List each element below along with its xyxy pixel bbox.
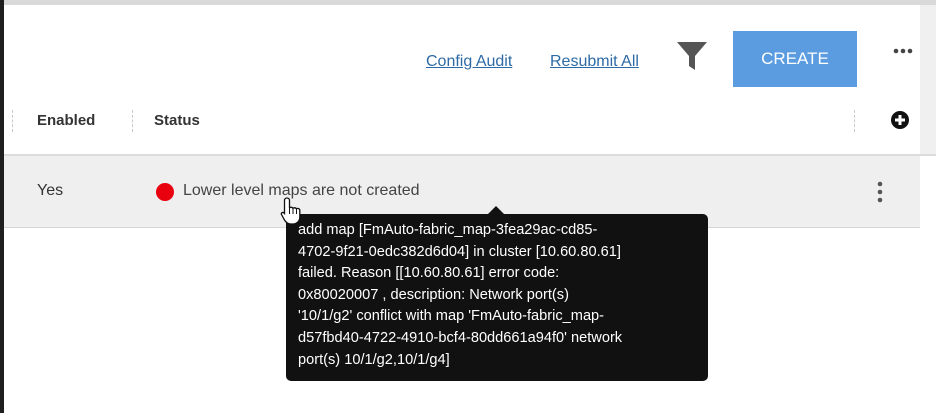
column-separator[interactable] — [854, 110, 855, 132]
enabled-cell: Yes — [37, 182, 64, 199]
column-separator[interactable] — [132, 110, 133, 132]
column-header-status[interactable]: Status — [154, 112, 200, 129]
hand-pointer-cursor-icon — [280, 196, 304, 226]
create-button[interactable]: CREATE — [733, 31, 857, 87]
resubmit-all-link[interactable]: Resubmit All — [550, 53, 639, 71]
table-header: Enabled Status — [4, 100, 920, 140]
toolbar: Config Audit Resubmit All CREATE — [4, 5, 936, 100]
tooltip-line: d57fbd40-4722-4910-bcf4-80dd661a94f0' ne… — [298, 329, 623, 346]
tooltip-line: failed. Reason [[10.60.80.61] error code… — [298, 265, 560, 282]
tooltip-line: '10/1/g2' conflict with map 'FmAuto-fabr… — [298, 308, 605, 325]
funnel-icon[interactable] — [675, 39, 709, 73]
tooltip-line: port(s) 10/1/g2,10/1/g4] — [298, 351, 450, 368]
tooltip-line: 0x80020007 , description: Network port(s… — [298, 286, 569, 303]
status-error-dot-icon — [156, 183, 174, 201]
tooltip-arrow — [488, 206, 504, 214]
config-audit-link[interactable]: Config Audit — [426, 53, 512, 71]
plus-circle-icon[interactable] — [890, 110, 910, 130]
status-tooltip: add map [FmAuto-fabric_map-3fea29ac-cd85… — [286, 214, 708, 381]
column-header-enabled[interactable]: Enabled — [37, 112, 95, 129]
tooltip-line: add map [FmAuto-fabric_map-3fea29ac-cd85… — [298, 222, 598, 238]
tooltip-line: 4702-9f21-0edc382d6d04] in cluster [10.6… — [298, 243, 621, 260]
ellipsis-horizontal-icon[interactable] — [890, 41, 920, 61]
ellipsis-vertical-icon[interactable] — [870, 178, 890, 206]
column-separator[interactable] — [12, 110, 13, 132]
